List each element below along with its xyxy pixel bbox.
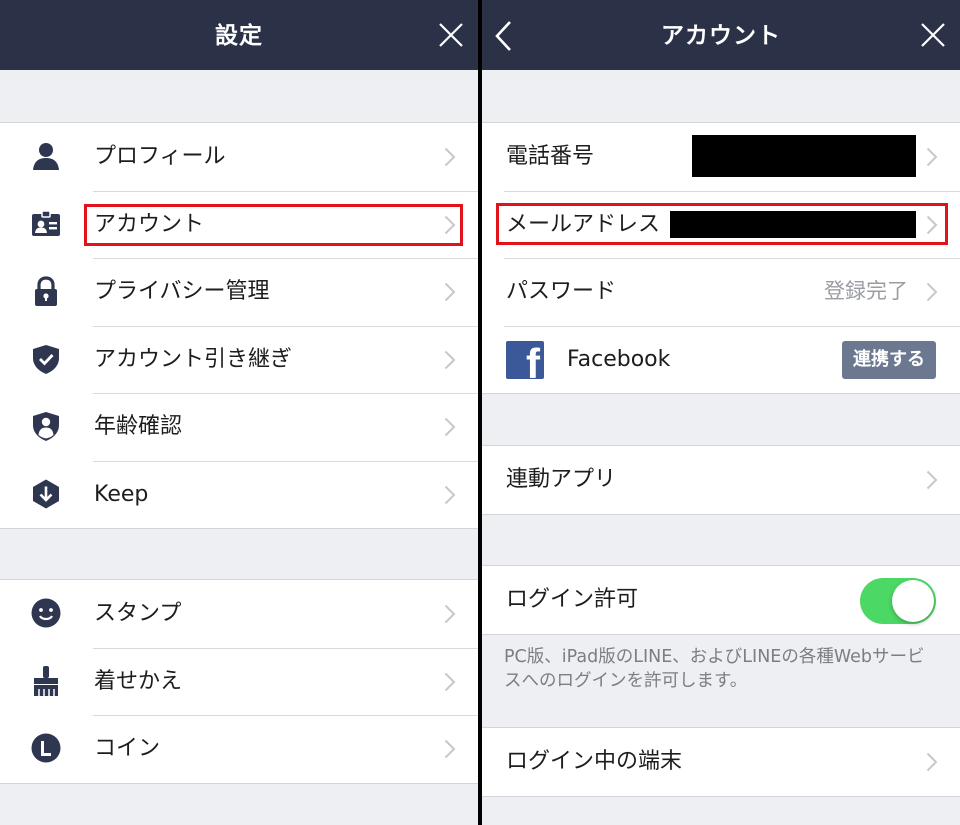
account-item-label: 連動アプリ	[506, 467, 617, 492]
facebook-link-button[interactable]: 連携する	[842, 340, 936, 379]
coin-icon	[31, 733, 61, 763]
chevron-right-icon	[444, 147, 456, 167]
account-item-login-allow: ログイン許可	[482, 566, 960, 634]
keep-download-icon	[33, 479, 59, 508]
settings-item-age-verification[interactable]: 年齢確認	[0, 393, 478, 461]
account-group-login: ログイン許可	[482, 565, 960, 635]
account-group-apps: 連動アプリ	[482, 445, 960, 515]
chevron-right-icon	[926, 752, 938, 772]
login-allow-toggle[interactable]	[860, 578, 936, 624]
smiley-icon	[31, 598, 61, 628]
account-item-password[interactable]: パスワード 登録完了	[482, 258, 960, 326]
settings-item-account-transfer[interactable]: アカウント引き継ぎ	[0, 325, 478, 394]
settings-item-coins[interactable]: コイン	[0, 715, 478, 783]
account-group-main: 電話番号 メールアドレス パスワード 登録完了 f Facebook 連携する	[482, 122, 960, 394]
chevron-right-icon	[444, 604, 456, 624]
settings-item-stickers[interactable]: スタンプ	[0, 580, 478, 648]
settings-item-keep[interactable]: Keep	[0, 460, 478, 529]
account-item-label: Facebook	[567, 346, 671, 372]
toggle-knob	[892, 580, 934, 622]
settings-item-label: プライバシー管理	[94, 279, 270, 304]
chevron-right-icon	[926, 282, 938, 302]
chevron-right-icon	[926, 470, 938, 490]
chevron-right-icon	[444, 672, 456, 691]
account-item-label: ログイン中の端末	[506, 749, 683, 774]
settings-item-label: 年齢確認	[94, 414, 183, 439]
settings-screen: 設定 プロフィール アカウント プライバシー管理 アカウント引き継ぎ 年齢確認	[0, 0, 478, 825]
settings-group-main: プロフィール アカウント プライバシー管理 アカウント引き継ぎ 年齢確認 Kee…	[0, 122, 478, 529]
account-item-label: ログイン許可	[506, 587, 639, 612]
chevron-right-icon	[926, 147, 938, 167]
account-item-facebook: f Facebook 連携する	[482, 325, 960, 394]
account-screen: アカウント 電話番号 メールアドレス パスワード 登録完了 f Facebook…	[482, 0, 960, 825]
settings-item-label: スタンプ	[94, 601, 182, 626]
chevron-right-icon	[444, 350, 456, 369]
account-item-label: パスワード	[506, 279, 617, 304]
id-card-icon	[32, 209, 60, 236]
shield-check-icon	[33, 344, 59, 374]
close-icon[interactable]	[920, 22, 946, 48]
highlight-box	[84, 204, 463, 246]
highlight-box	[496, 203, 948, 245]
lock-icon	[35, 276, 57, 306]
page-title: アカウント	[661, 23, 781, 49]
password-status: 登録完了	[824, 279, 908, 303]
chevron-right-icon	[444, 485, 456, 504]
facebook-icon: f	[506, 340, 544, 379]
person-icon	[33, 143, 59, 170]
settings-item-label: コイン	[94, 736, 161, 761]
redacted-value	[692, 135, 916, 177]
settings-group-shop: スタンプ 着せかえ コイン	[0, 579, 478, 784]
settings-item-privacy[interactable]: プライバシー管理	[0, 258, 478, 326]
account-group-devices: ログイン中の端末	[482, 727, 960, 797]
settings-item-profile[interactable]: プロフィール	[0, 123, 478, 191]
page-title: 設定	[215, 23, 263, 49]
chevron-right-icon	[444, 739, 456, 759]
settings-item-themes[interactable]: 着せかえ	[0, 647, 478, 716]
account-item-label: 電話番号	[506, 144, 595, 169]
settings-item-label: プロフィール	[94, 144, 226, 169]
settings-item-label: Keep	[94, 481, 149, 507]
shield-person-icon	[33, 412, 59, 441]
chevron-right-icon	[444, 417, 456, 437]
brush-icon	[34, 665, 58, 696]
close-icon[interactable]	[438, 22, 464, 48]
account-item-logged-in-devices[interactable]: ログイン中の端末	[482, 728, 960, 796]
settings-item-label: アカウント引き継ぎ	[94, 346, 293, 372]
account-item-phone[interactable]: 電話番号	[482, 123, 960, 191]
chevron-right-icon	[444, 282, 456, 302]
account-navbar: アカウント	[482, 0, 960, 70]
settings-navbar: 設定	[0, 0, 478, 70]
account-item-linked-apps[interactable]: 連動アプリ	[482, 446, 960, 514]
login-allow-description: PC版、iPad版のLINE、およびLINEの各種Webサービスへのログインを許…	[504, 647, 925, 691]
settings-item-label: 着せかえ	[94, 668, 183, 694]
